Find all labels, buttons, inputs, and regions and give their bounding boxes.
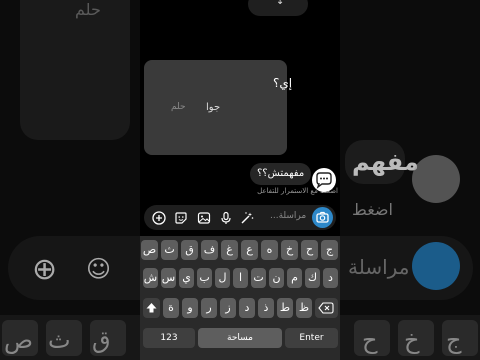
background-key-label: ص	[4, 326, 34, 354]
microphone-icon[interactable]	[219, 210, 233, 224]
keyboard-row-2: د ك م ن ت ا ل ب ي س ش	[140, 268, 340, 288]
key[interactable]: غ	[221, 240, 238, 260]
keyboard-row-3: ظ ط ذ د ز ر و ة	[140, 298, 340, 318]
background-reaction-icon	[412, 155, 460, 203]
key[interactable]: و	[182, 298, 198, 318]
background-key-label: ث	[48, 326, 71, 354]
key[interactable]: ش	[143, 268, 158, 288]
key[interactable]: ع	[241, 240, 258, 260]
gallery-icon[interactable]	[197, 210, 211, 224]
previous-message-glyph: ↓	[276, 0, 285, 7]
key[interactable]: ت	[251, 268, 266, 288]
key[interactable]: ص	[141, 240, 158, 260]
background-message-word: مفهم	[352, 148, 419, 176]
background-camera-icon	[412, 242, 460, 290]
background-key-label: ح	[362, 326, 378, 354]
key[interactable]: ج	[321, 240, 338, 260]
key[interactable]: ح	[301, 240, 318, 260]
key[interactable]: ط	[277, 298, 293, 318]
composer-input[interactable]: مراسلة...	[270, 211, 306, 221]
shift-key[interactable]	[143, 298, 160, 318]
plus-icon[interactable]	[152, 210, 166, 225]
key[interactable]: ه	[261, 240, 278, 260]
space-key[interactable]: مساحة	[198, 328, 282, 348]
chat-screen: ↓ جوا حلم إي؟ مفهمتش؟؟ اضغط مع الاستمرار…	[140, 0, 340, 360]
media-card-word-primary: جوا	[206, 102, 221, 113]
key[interactable]: س	[161, 268, 176, 288]
background-card-word: حلم	[75, 0, 101, 19]
key[interactable]: ذ	[258, 298, 274, 318]
media-card-word-secondary: حلم	[171, 102, 186, 112]
key[interactable]: ة	[163, 298, 179, 318]
background-key-label: ق	[92, 326, 111, 354]
key[interactable]: ك	[305, 268, 320, 288]
arabic-keyboard: ج ح خ ه ع غ ف ق ث ص د ك م ن ت ا ل ب ي س …	[140, 236, 340, 360]
key[interactable]: ي	[179, 268, 194, 288]
background-key-label: خ	[404, 326, 420, 354]
sticker-icon[interactable]	[174, 210, 188, 224]
backspace-key[interactable]	[315, 298, 338, 318]
key[interactable]: ر	[201, 298, 217, 318]
message-bubble[interactable]: مفهمتش؟؟	[250, 163, 312, 185]
background-key-label: ج	[446, 326, 462, 354]
numbers-key[interactable]: 123	[143, 328, 195, 348]
key[interactable]: ف	[201, 240, 218, 260]
key[interactable]: ق	[181, 240, 198, 260]
key[interactable]: ظ	[296, 298, 312, 318]
key[interactable]: ن	[269, 268, 284, 288]
media-message-card[interactable]: جوا حلم	[144, 60, 287, 155]
background-card	[20, 0, 130, 140]
reaction-icon[interactable]	[312, 168, 336, 192]
key[interactable]: ث	[161, 240, 178, 260]
background-composer-placeholder: مراسلة	[348, 255, 410, 279]
key[interactable]: ز	[220, 298, 236, 318]
key[interactable]: ا	[233, 268, 248, 288]
message-composer[interactable]: مراسلة...	[144, 205, 336, 230]
background-sticker-icon: ☺	[86, 255, 112, 283]
key[interactable]: د	[323, 268, 338, 288]
previous-message-bubble[interactable]: ↓	[248, 0, 308, 16]
keyboard-row-4: 123 مساحة Enter	[140, 328, 340, 348]
reply-question-text: إي؟	[273, 76, 293, 90]
key[interactable]: د	[239, 298, 255, 318]
key[interactable]: خ	[281, 240, 298, 260]
background-plus-icon: ⊕	[32, 252, 58, 287]
camera-icon[interactable]	[312, 207, 333, 228]
key[interactable]: ل	[215, 268, 230, 288]
magic-wand-icon[interactable]	[240, 210, 254, 224]
key[interactable]: م	[287, 268, 302, 288]
keyboard-row-1: ج ح خ ه ع غ ف ق ث ص	[140, 240, 340, 260]
background-hint-word: اضغط	[352, 200, 393, 219]
key[interactable]: ب	[197, 268, 212, 288]
enter-key[interactable]: Enter	[285, 328, 338, 348]
